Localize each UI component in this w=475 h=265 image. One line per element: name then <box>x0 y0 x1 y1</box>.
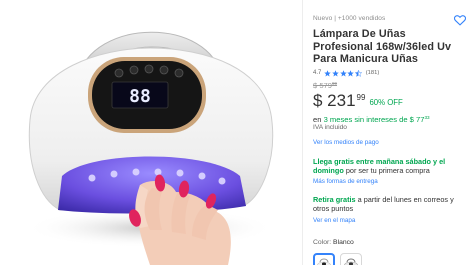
lamp-thumbnail-alt <box>344 258 358 265</box>
product-image-gallery[interactable]: 88 <box>0 0 300 265</box>
condition-sold-count: Nuevo | +1000 vendidos <box>313 15 386 22</box>
lamp-control-panel: 88 <box>88 57 206 133</box>
tax-note: IVA incluido <box>313 123 347 131</box>
shipping-detail: por ser tu primera compra <box>343 166 430 176</box>
installments-terms: 3 meses sin intereses de $ 7733 <box>323 114 430 124</box>
star-icon <box>347 70 354 77</box>
map-link[interactable]: Ver en el mapa <box>313 217 467 224</box>
original-price-cents: 99 <box>332 80 338 86</box>
rating-count: (181) <box>365 70 380 77</box>
lamp-thumbnail-white <box>317 258 331 265</box>
color-swatches <box>313 252 467 265</box>
original-price: $ 57999 <box>313 81 467 91</box>
heart-outline-icon[interactable] <box>453 14 467 26</box>
star-icon <box>324 70 332 77</box>
pickup-info: Retira gratis a partir del lunes en corr… <box>313 195 467 214</box>
price-cents: 99 <box>356 92 366 102</box>
product-title: Lámpara De Uñas Profesional 168w/36led U… <box>313 28 452 66</box>
rating-stars <box>324 69 362 77</box>
color-selector-label: Color: Blanco <box>313 239 467 248</box>
payment-methods-link[interactable]: Ver los medios de pago <box>313 139 467 146</box>
lamp-display-digits: 88 <box>129 86 151 107</box>
price-main: $ 231 <box>313 90 356 110</box>
original-price-main: $ 579 <box>313 80 333 90</box>
star-icon <box>332 70 339 77</box>
color-value: Blanco <box>333 238 354 246</box>
delivery-options-link[interactable]: Más formas de entrega <box>313 178 467 185</box>
product-info-panel: Nuevo | +1000 vendidos Lámpara De Uñas P… <box>302 0 475 265</box>
current-price: $ 231 99 60% OFF <box>313 91 467 111</box>
color-label: Color: <box>313 238 334 246</box>
star-half-icon <box>354 69 362 77</box>
installments-prefix: en <box>313 114 324 124</box>
color-swatch-white[interactable] <box>313 252 335 265</box>
rating-value: 4.7 <box>313 70 322 77</box>
color-swatch-alt[interactable] <box>340 252 362 265</box>
discount-badge: 60% OFF <box>369 97 403 107</box>
product-main-image[interactable]: 88 <box>0 0 300 265</box>
product-rating[interactable]: 4.7 (181) <box>313 69 467 78</box>
pickup-highlight: Retira gratis <box>313 194 356 204</box>
shipping-info: Llega gratis entre mañana sábado y el do… <box>313 157 467 176</box>
installments-info: en 3 meses sin intereses de $ 7733 <box>313 113 467 124</box>
star-icon <box>339 70 347 77</box>
